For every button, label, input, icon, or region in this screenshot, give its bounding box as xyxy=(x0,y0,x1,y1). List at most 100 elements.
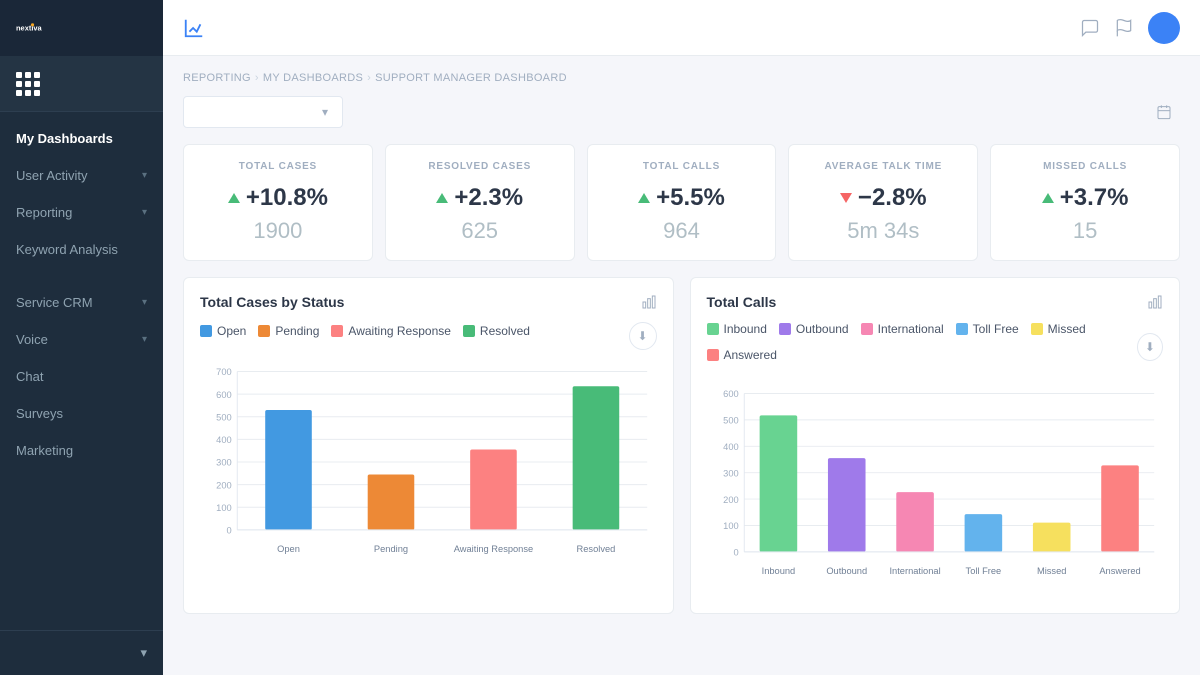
trend-up-icon xyxy=(1042,193,1054,203)
sidebar-item-label: User Activity xyxy=(16,168,88,183)
sidebar-item-marketing[interactable]: Marketing xyxy=(0,432,163,469)
analytics-icon xyxy=(183,17,205,39)
stat-card: TOTAL CALLS +5.5% 964 xyxy=(587,144,777,261)
sidebar-item-label: Service CRM xyxy=(16,295,93,310)
breadcrumb-dashboards[interactable]: MY DASHBOARDS xyxy=(263,72,363,84)
legend-label: International xyxy=(878,322,944,336)
sidebar-item-keyword-analysis[interactable]: Keyword Analysis xyxy=(0,231,163,268)
stat-value: 625 xyxy=(461,218,498,244)
svg-text:Outbound: Outbound xyxy=(826,566,867,576)
legend-label: Inbound xyxy=(724,322,767,336)
breadcrumb-reporting[interactable]: REPORTING xyxy=(183,72,251,84)
download-button[interactable]: ⬇ xyxy=(629,322,657,350)
chevron-icon: ▾ xyxy=(142,297,147,308)
sidebar: nextiva My Dashboards User Activity ▾ Re… xyxy=(0,0,163,675)
legend-label: Open xyxy=(217,324,246,338)
stat-card: MISSED CALLS +3.7% 15 xyxy=(990,144,1180,261)
legend-label: Toll Free xyxy=(973,322,1019,336)
legend-label: Resolved xyxy=(480,324,530,338)
stat-percent: +5.5% xyxy=(656,184,725,212)
chart-title: Total Cases by Status xyxy=(200,294,344,310)
topbar-right xyxy=(1080,12,1180,44)
sidebar-item-label: My Dashboards xyxy=(16,131,113,146)
legend-dot xyxy=(707,323,719,335)
svg-text:600: 600 xyxy=(723,389,739,399)
legend-item: Toll Free xyxy=(956,322,1019,336)
bar-chart-icon xyxy=(641,294,657,310)
sidebar-item-service-crm[interactable]: Service CRM ▾ xyxy=(0,284,163,321)
legend-dot xyxy=(779,323,791,335)
sidebar-item-my-dashboards[interactable]: My Dashboards xyxy=(0,120,163,157)
breadcrumb: REPORTING › MY DASHBOARDS › SUPPORT MANA… xyxy=(183,72,1180,84)
stat-label: RESOLVED CASES xyxy=(428,161,531,172)
download-button[interactable]: ⬇ xyxy=(1137,333,1163,361)
stat-percent: +3.7% xyxy=(1060,184,1129,212)
sidebar-item-surveys[interactable]: Surveys xyxy=(0,395,163,432)
chevron-icon: ▾ xyxy=(140,645,147,661)
date-range[interactable] xyxy=(1156,104,1180,120)
logo: nextiva xyxy=(0,0,163,56)
stat-percent: −2.8% xyxy=(858,184,927,212)
page-content: REPORTING › MY DASHBOARDS › SUPPORT MANA… xyxy=(163,56,1200,675)
chat-icon[interactable] xyxy=(1080,18,1100,38)
svg-text:Toll Free: Toll Free xyxy=(965,566,1001,576)
chevron-icon: ▾ xyxy=(142,334,147,345)
dropdown-arrow: ▾ xyxy=(322,105,328,119)
sidebar-item-label: Voice xyxy=(16,332,48,347)
chart-legend: Open Pending Awaiting Response Resolved xyxy=(200,324,530,338)
svg-text:100: 100 xyxy=(723,521,739,531)
svg-text:100: 100 xyxy=(216,503,232,513)
legend-item: Outbound xyxy=(779,322,849,336)
chevron-icon: ▾ xyxy=(142,170,147,181)
legend-item: Pending xyxy=(258,324,319,338)
svg-text:Open: Open xyxy=(277,544,300,554)
legend-dot xyxy=(258,325,270,337)
calendar-icon xyxy=(1156,104,1172,120)
stat-card: RESOLVED CASES +2.3% 625 xyxy=(385,144,575,261)
svg-text:300: 300 xyxy=(216,458,232,468)
apps-menu[interactable] xyxy=(0,56,163,112)
sidebar-item-label: Keyword Analysis xyxy=(16,242,118,257)
dashboard-dropdown[interactable]: ▾ xyxy=(183,96,343,128)
legend-item: Open xyxy=(200,324,246,338)
flag-icon[interactable] xyxy=(1114,18,1134,38)
stat-value: 1900 xyxy=(253,218,302,244)
svg-text:0: 0 xyxy=(733,548,738,558)
bar-chart-icon xyxy=(1147,294,1163,310)
breadcrumb-current: SUPPORT MANAGER DASHBOARD xyxy=(375,72,567,84)
stat-change: +3.7% xyxy=(1042,184,1129,212)
legend-item: Missed xyxy=(1031,322,1086,336)
sidebar-item-user-activity[interactable]: User Activity ▾ xyxy=(0,157,163,194)
legend-label: Awaiting Response xyxy=(348,324,451,338)
chart-total-cases: Total Cases by Status Open Pending Awaitin… xyxy=(183,277,674,614)
sidebar-item-voice[interactable]: Voice ▾ xyxy=(0,321,163,358)
breadcrumb-sep: › xyxy=(367,72,371,84)
svg-text:Pending: Pending xyxy=(374,544,408,554)
chart-header: Total Cases by Status xyxy=(200,294,657,310)
svg-text:Resolved: Resolved xyxy=(577,544,616,554)
legend-label: Outbound xyxy=(796,322,849,336)
trend-up-icon xyxy=(436,193,448,203)
chart-title: Total Calls xyxy=(707,294,777,310)
toolbar: ▾ xyxy=(183,96,1180,128)
svg-text:200: 200 xyxy=(216,480,232,490)
svg-text:700: 700 xyxy=(216,367,232,377)
apps-grid-icon xyxy=(16,72,40,96)
svg-text:300: 300 xyxy=(723,468,739,478)
bar-chart-svg: 7006005004003002001000OpenPendingAwaitin… xyxy=(200,350,657,570)
svg-text:600: 600 xyxy=(216,390,232,400)
svg-text:Awaiting Response: Awaiting Response xyxy=(454,544,533,554)
sidebar-item-chat[interactable]: Chat xyxy=(0,358,163,395)
settings-item[interactable]: ▾ xyxy=(16,645,147,661)
svg-text:500: 500 xyxy=(216,412,232,422)
chevron-icon: ▾ xyxy=(142,207,147,218)
user-avatar[interactable] xyxy=(1148,12,1180,44)
topbar-left xyxy=(183,17,215,39)
stat-card: TOTAL CASES +10.8% 1900 xyxy=(183,144,373,261)
legend-dot xyxy=(956,323,968,335)
bar-chart-svg: 6005004003002001000InboundOutboundIntern… xyxy=(707,372,1164,592)
sidebar-item-label: Reporting xyxy=(16,205,72,220)
sidebar-item-reporting[interactable]: Reporting ▾ xyxy=(0,194,163,231)
legend-item: Awaiting Response xyxy=(331,324,451,338)
legend-item: Answered xyxy=(707,348,777,362)
